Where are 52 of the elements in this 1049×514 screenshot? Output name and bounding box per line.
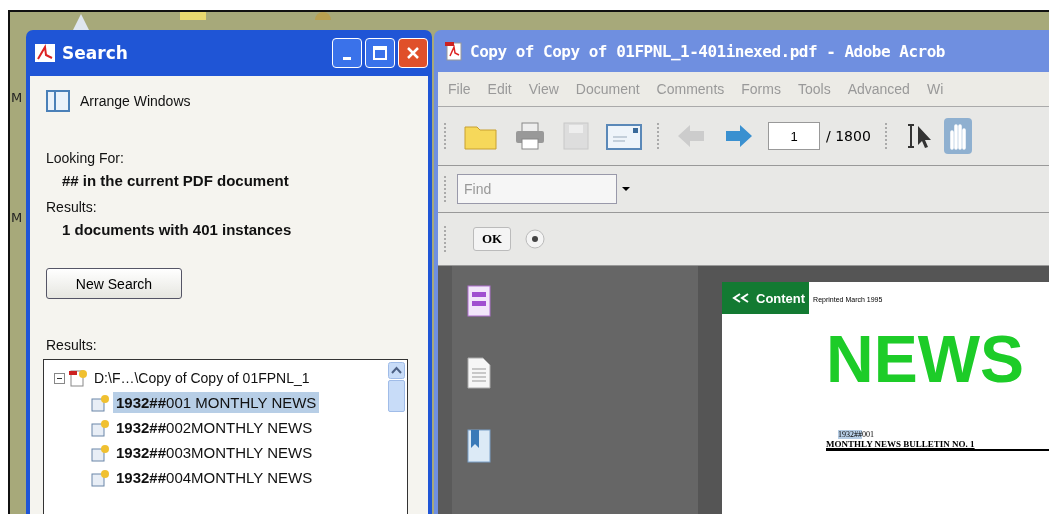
result-item[interactable]: 1932##003MONTHLY NEWS (113, 442, 316, 463)
scrollbar[interactable] (388, 362, 405, 412)
results-label: Results: (46, 199, 98, 215)
results-label: Results: (46, 337, 98, 353)
page-number-field[interactable]: 1 (768, 122, 820, 150)
minimize-button[interactable] (332, 38, 362, 68)
find-field[interactable]: Find (457, 174, 617, 204)
tree-item[interactable]: D:\F…\Copy of Copy of 01FPNL_1 (91, 368, 313, 388)
pdf-icon (34, 43, 56, 63)
ok-button[interactable]: OK (473, 227, 511, 251)
result-icon (90, 393, 110, 412)
arrange-windows-button[interactable]: Arrange Windows (46, 90, 412, 112)
bookmark-icon[interactable] (466, 428, 492, 464)
pdf-file-icon (68, 369, 88, 387)
looking-for-label: Looking For: (46, 150, 125, 166)
desktop-icon-label: M (11, 210, 23, 225)
result-icon (90, 418, 110, 437)
search-query: ## in the current PDF document (61, 172, 290, 189)
content-tab[interactable]: Content (722, 282, 810, 314)
scroll-thumb[interactable] (388, 380, 405, 412)
result-icon (90, 468, 110, 487)
bulletin-number: 001 (862, 430, 874, 439)
radio-button[interactable] (525, 229, 545, 249)
result-item[interactable]: 1932##001 MONTHLY NEWS (113, 392, 320, 413)
maximize-icon (373, 46, 387, 60)
result-item[interactable]: 1932##004MONTHLY NEWS (113, 467, 316, 488)
minimize-icon (343, 56, 351, 60)
result-item[interactable]: 1932##002MONTHLY NEWS (113, 417, 316, 438)
email-icon[interactable] (605, 121, 643, 151)
results-summary: 1 documents with 401 instances (61, 221, 293, 238)
desktop-icon-label: M (11, 90, 23, 105)
window-title: Search (62, 43, 128, 63)
printer-icon[interactable] (513, 121, 547, 151)
window-layout-icon (46, 90, 70, 112)
new-search-button[interactable]: New Search (46, 268, 182, 299)
scroll-up-icon (388, 362, 405, 379)
close-icon (406, 46, 420, 60)
collapse-toggle[interactable] (54, 372, 65, 384)
page-count: / 1800 (826, 128, 871, 144)
document-icon[interactable] (466, 356, 492, 390)
maximize-button[interactable] (365, 38, 395, 68)
search-hit: 1932## (838, 430, 862, 439)
pdf-icon (444, 41, 464, 61)
dropdown-caret-icon[interactable] (621, 186, 631, 192)
pages-icon[interactable] (466, 284, 492, 318)
bulletin-title: MONTHLY NEWS BULLETIN NO. 1 (826, 439, 1049, 451)
close-button[interactable] (398, 38, 428, 68)
window-title: Copy of Copy of 01FPNL_1-401inexed.pdf - Adobe Acrob (470, 41, 945, 61)
headline: NEWS (825, 326, 1025, 392)
result-icon (90, 443, 110, 462)
hand-tool-icon[interactable] (943, 118, 972, 154)
double-chevron-icon (732, 293, 750, 303)
